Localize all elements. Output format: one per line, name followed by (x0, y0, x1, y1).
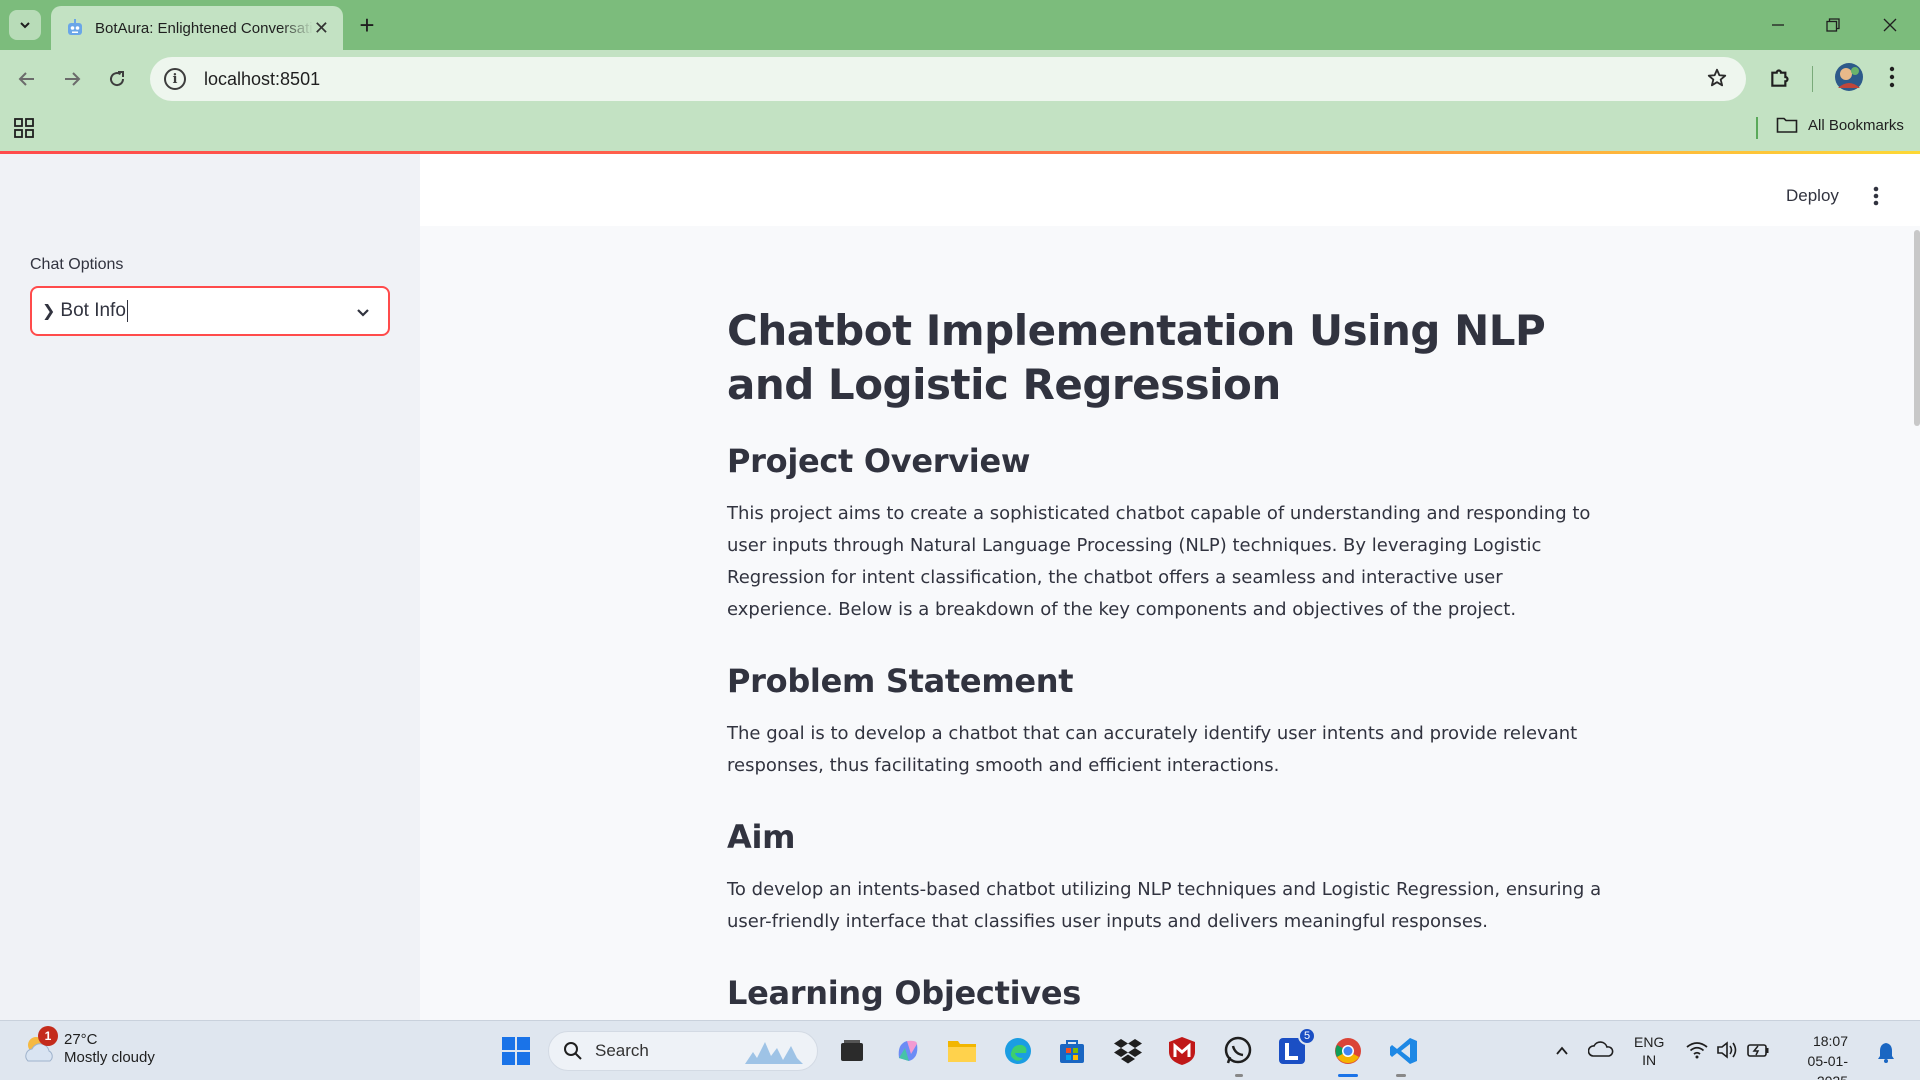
dropbox-icon[interactable] (1110, 1033, 1146, 1069)
taskbar-search[interactable]: Search (548, 1031, 818, 1071)
windows-logo-icon (502, 1037, 530, 1065)
close-icon (1883, 18, 1897, 32)
scrollbar-thumb[interactable] (1914, 230, 1920, 426)
search-icon (564, 1042, 582, 1060)
chevron-right-icon: ❯ (42, 303, 56, 320)
edge-icon[interactable] (1000, 1033, 1036, 1069)
text-cursor (126, 300, 129, 322)
windows-taskbar: 1 27°C Mostly cloudy Search 5 ENG IN 18:… (0, 1020, 1920, 1080)
section-body: This project aims to create a sophistica… (727, 503, 1591, 620)
section-heading: Project Overview (727, 442, 1031, 480)
tab-search-button[interactable] (9, 10, 41, 40)
browser-tab-strip: BotAura: Enlightened Conversations ✕ + (0, 0, 1920, 50)
minimize-button[interactable] (1758, 10, 1798, 40)
reload-button[interactable] (102, 64, 132, 94)
tab-title: BotAura: Enlightened Conversations (95, 19, 313, 37)
clock-time: 18:07 (1812, 1033, 1848, 1049)
select-value-text: Bot Info (60, 300, 126, 321)
reload-icon (110, 71, 125, 87)
mcafee-icon[interactable] (1164, 1033, 1200, 1069)
new-tab-button[interactable]: + (352, 10, 382, 40)
section-heading: Aim (727, 818, 796, 856)
file-explorer-icon[interactable] (944, 1033, 980, 1069)
vscode-running-indicator (1396, 1074, 1406, 1077)
whatsapp-running-indicator (1235, 1074, 1243, 1077)
lang-code: ENG (1634, 1034, 1665, 1050)
kebab-menu-icon[interactable] (1882, 64, 1902, 90)
whatsapp-icon[interactable] (1220, 1033, 1256, 1069)
browser-toolbar: i localhost:8501 (0, 50, 1920, 108)
arrow-right-icon (65, 72, 81, 86)
microsoft-store-icon[interactable] (1054, 1033, 1090, 1069)
deploy-button[interactable]: Deploy (1786, 186, 1839, 206)
notification-badge: 5 (1298, 1027, 1316, 1045)
select-value: ❯ Bot Info (42, 300, 129, 322)
app-header: Deploy (420, 154, 1920, 226)
wifi-icon[interactable] (1686, 1041, 1708, 1059)
site-info-icon[interactable]: i (164, 68, 186, 90)
sidebar: Chat Options ❯ Bot Info (0, 154, 420, 1020)
bookmarks-separator (1756, 117, 1758, 139)
vscode-icon[interactable] (1386, 1033, 1422, 1069)
profile-avatar[interactable] (1834, 62, 1864, 92)
restore-icon (1826, 18, 1840, 32)
copilot-icon[interactable] (890, 1033, 926, 1069)
chrome-active-indicator (1338, 1074, 1358, 1077)
language-indicator[interactable]: ENG IN (1634, 1033, 1664, 1069)
toolbar-divider (1812, 66, 1813, 92)
restore-button[interactable] (1813, 10, 1853, 40)
section-body: To develop an intents-based chatbot util… (727, 879, 1602, 932)
browser-tab-active[interactable]: BotAura: Enlightened Conversations ✕ (51, 6, 343, 50)
url-text: localhost:8501 (204, 68, 321, 89)
all-bookmarks-button[interactable]: All Bookmarks (1776, 116, 1904, 134)
chevron-down-icon (20, 22, 30, 29)
chat-options-select[interactable]: ❯ Bot Info (30, 286, 390, 336)
chrome-icon[interactable] (1330, 1033, 1366, 1069)
chevron-down-icon[interactable] (354, 303, 372, 321)
main-menu-icon[interactable] (1866, 184, 1886, 208)
main-content: Deploy Chatbot Implementation Using NLP … (420, 154, 1920, 1020)
tab-close-icon[interactable]: ✕ (314, 19, 329, 37)
star-icon[interactable] (1706, 67, 1728, 89)
task-view-icon[interactable] (834, 1033, 870, 1069)
system-clock[interactable]: 18:07 05-01-2025 (1786, 1031, 1848, 1080)
search-highlight-icon (745, 1042, 803, 1064)
cloud-icon: 1 (20, 1026, 60, 1069)
section-heading: Problem Statement (727, 662, 1074, 700)
bookmarks-bar: All Bookmarks (0, 108, 1920, 152)
apps-grid-icon[interactable] (14, 118, 34, 138)
address-bar[interactable]: i localhost:8501 (150, 57, 1746, 101)
robot-favicon-icon (68, 19, 82, 35)
back-button[interactable] (12, 64, 42, 94)
page-title: Chatbot Implementation Using NLP and Log… (727, 306, 1546, 409)
onedrive-cloud-icon[interactable] (1588, 1039, 1614, 1059)
start-button[interactable] (498, 1033, 534, 1069)
extensions-icon[interactable] (1768, 64, 1794, 90)
arrow-left-icon (18, 72, 34, 86)
weather-widget[interactable]: 1 27°C Mostly cloudy (20, 1026, 155, 1069)
notification-bell-icon[interactable] (1876, 1041, 1896, 1063)
section-heading: Learning Objectives (727, 974, 1081, 1012)
section-body: The goal is to develop a chatbot that ca… (727, 723, 1578, 776)
weather-temp: 27°C (64, 1031, 98, 1048)
minimize-icon (1772, 24, 1784, 26)
close-window-button[interactable] (1870, 10, 1910, 40)
letter-l-app-icon[interactable]: 5 (1274, 1027, 1316, 1069)
chevron-up-icon[interactable] (1554, 1043, 1570, 1059)
region-code: IN (1642, 1052, 1657, 1068)
folder-icon (1776, 117, 1798, 133)
chat-options-label: Chat Options (30, 256, 124, 273)
volume-icon[interactable] (1716, 1040, 1738, 1060)
search-placeholder: Search (595, 1041, 649, 1060)
weather-desc: Mostly cloudy (64, 1049, 155, 1066)
battery-icon[interactable] (1746, 1041, 1770, 1059)
clock-date: 05-01-2025 (1807, 1053, 1848, 1080)
all-bookmarks-label: All Bookmarks (1808, 116, 1904, 134)
forward-button[interactable] (57, 64, 87, 94)
weather-badge: 1 (38, 1026, 58, 1046)
